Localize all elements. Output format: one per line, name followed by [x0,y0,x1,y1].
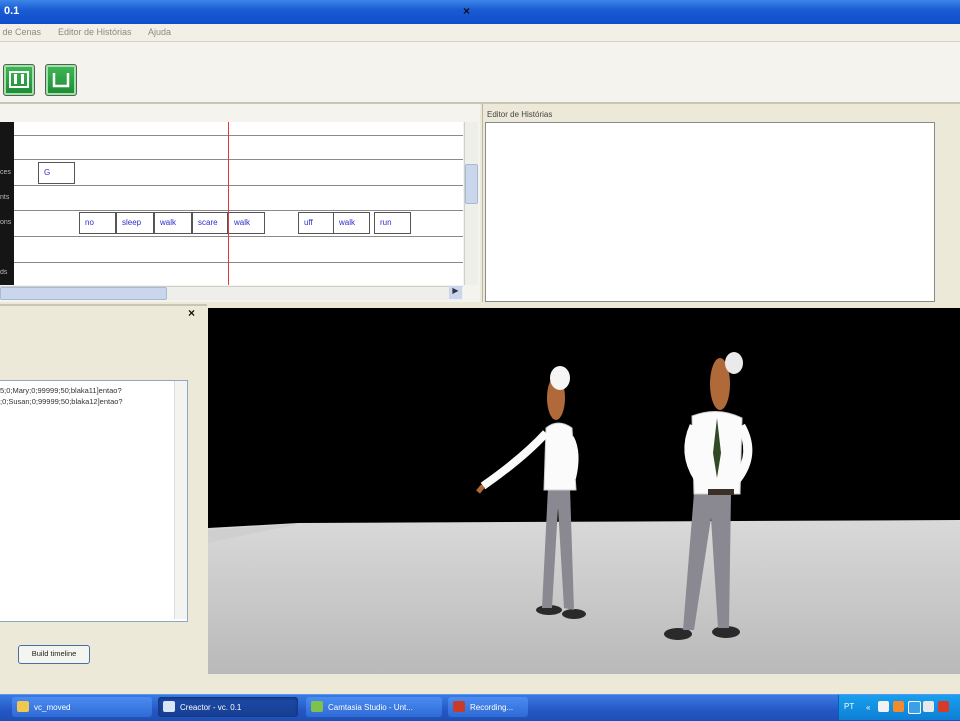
app-window-icon [163,701,175,712]
timeline-clip[interactable]: walk [333,212,370,234]
track-label: nts [0,194,10,201]
task-label: Camtasia Studio - Unt... [328,703,413,712]
timeline-playhead[interactable] [228,122,229,285]
taskbar-item-vc-moved[interactable]: vc_moved [12,697,152,717]
tray-security-icon[interactable] [938,701,949,712]
menu-story-editor[interactable]: Editor de Histórias [58,27,132,37]
track-label: ces [0,169,11,176]
timeline-close-button[interactable]: × [463,4,470,18]
tray-volume-icon[interactable] [923,701,934,712]
timeline-clip[interactable]: no [79,212,116,234]
floor [208,520,960,674]
script-line: 5;0;Mary;0;99999;50;blaka11]entao? [0,386,122,395]
title-bar [0,0,960,24]
tray-expand-icon[interactable]: « [866,703,870,712]
timeline-grid[interactable] [0,122,463,285]
play-pause-icon [9,71,29,88]
taskbar-item-creactor[interactable]: Creactor - vc. 0.1 [158,697,298,717]
timeline-clip[interactable]: walk [228,212,265,234]
story-editor-title: Editor de Histórias [487,110,553,119]
scroll-right-icon[interactable]: ▶ [449,286,462,299]
row-divider [14,236,463,237]
scene-render [208,352,960,674]
timeline-clip[interactable]: uff [298,212,334,234]
vertical-scroll-thumb[interactable] [465,164,478,204]
row-divider [14,159,463,160]
track-label: ons [0,219,12,226]
row-divider [14,185,463,186]
task-label: Creactor - vc. 0.1 [180,703,242,712]
task-label: vc_moved [34,703,71,712]
language-indicator[interactable]: PT [844,702,854,711]
script-panel-close-button[interactable]: × [188,306,195,320]
taskbar-item-recording[interactable]: Recording... [448,697,528,717]
stop-button[interactable] [45,64,77,96]
task-label: Recording... [470,703,514,712]
timeline-clip[interactable]: run [374,212,411,234]
toolbar [0,42,960,104]
row-divider [14,210,463,211]
timeline-clip[interactable]: G [38,162,75,184]
folder-icon [17,701,29,712]
horizontal-scroll-thumb[interactable] [0,287,167,300]
taskbar-item-camtasia[interactable]: Camtasia Studio - Unt... [306,697,442,717]
row-divider [14,262,463,263]
timeline-clip[interactable]: scare [192,212,228,234]
stop-icon [52,73,70,88]
script-line: ;0;Susan;0;99999;50;blaka12]entao? [0,397,123,406]
track-label: ds [0,269,8,276]
script-scrollbar[interactable] [174,381,187,619]
menu-scene-editor[interactable]: r de Cenas [0,27,41,37]
recording-icon [453,701,465,712]
timeline-clip[interactable]: sleep [116,212,154,234]
story-editor-textarea[interactable] [485,122,935,302]
3d-viewport[interactable] [208,308,960,674]
tray-network-icon[interactable] [908,701,921,714]
row-divider [14,135,463,136]
play-pause-button[interactable] [3,64,35,96]
menu-bar: r de Cenas Editor de Histórias Ajuda [0,24,960,42]
track-headers: ces nts ons ds [0,122,14,285]
build-timeline-button[interactable]: Build timeline [18,645,90,664]
window-title: 0.1 [4,5,20,17]
timeline-clip[interactable]: walk [154,212,192,234]
camtasia-icon [311,701,323,712]
menu-help[interactable]: Ajuda [148,27,171,37]
script-textarea[interactable]: 5;0;Mary;0;99999;50;blaka11]entao? ;0;Su… [0,380,188,622]
tray-app-icon[interactable] [893,701,904,712]
tray-app-icon[interactable] [878,701,889,712]
